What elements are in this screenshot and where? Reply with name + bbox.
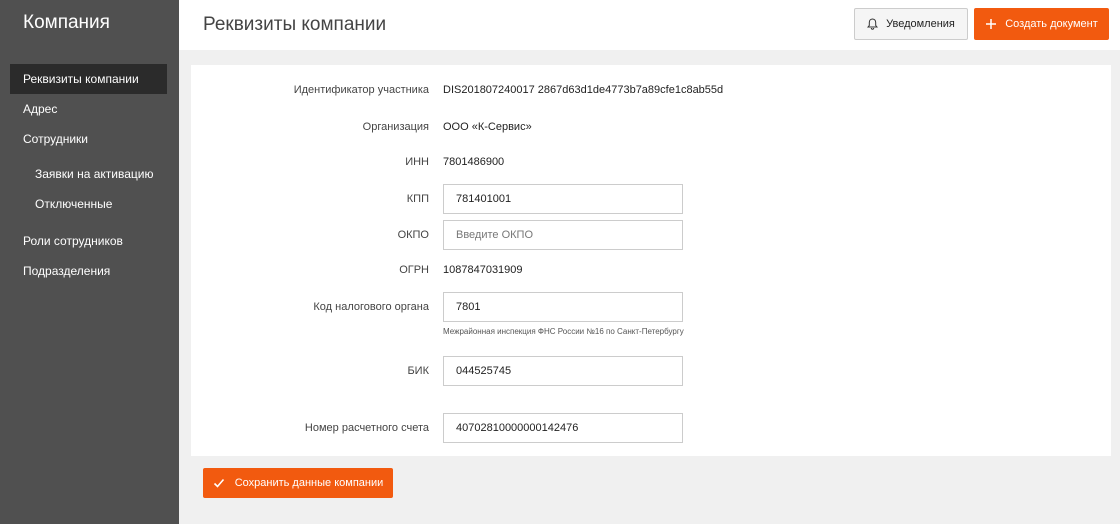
tax-code-label: Код налогового органа <box>313 301 429 313</box>
page-title: Реквизиты компании <box>203 14 387 35</box>
account-input[interactable] <box>443 413 683 443</box>
save-company-button[interactable]: Сохранить данные компании <box>203 468 393 498</box>
inn-value: 7801486900 <box>443 156 505 168</box>
kpp-input[interactable] <box>443 184 683 214</box>
sidebar-item-employee-roles[interactable]: Роли сотрудников <box>10 226 167 256</box>
account-label: Номер расчетного счета <box>304 422 429 434</box>
bik-label: БИК <box>407 365 429 377</box>
sidebar: Компания Реквизиты компании Адрес Сотруд… <box>0 0 179 524</box>
participant-id-value: DIS201807240017 2867d63d1de4773b7a89cfe1… <box>443 84 724 96</box>
form-footer: Сохранить данные компании <box>191 456 1111 512</box>
check-icon <box>213 477 225 489</box>
bik-input[interactable] <box>443 356 683 386</box>
plus-icon <box>985 18 997 30</box>
notifications-label: Уведомления <box>886 18 955 30</box>
create-document-button[interactable]: Создать документ <box>974 8 1109 40</box>
participant-id-label: Идентификатор участника <box>293 84 429 96</box>
sidebar-item-divisions[interactable]: Подразделения <box>10 256 167 286</box>
sidebar-item-disabled[interactable]: Отключенные <box>10 189 167 219</box>
organization-value: ООО «К-Сервис» <box>443 121 532 133</box>
bell-icon <box>867 18 879 30</box>
save-company-label: Сохранить данные компании <box>234 477 384 489</box>
sidebar-item-activation-requests[interactable]: Заявки на активацию <box>10 159 167 189</box>
kpp-label: КПП <box>406 193 429 205</box>
tax-code-input[interactable] <box>443 292 683 322</box>
header: Реквизиты компании Уведомления Создать д… <box>179 0 1120 50</box>
tax-authority-hint: Межрайонная инспекция ФНС России №16 по … <box>443 327 684 336</box>
ogrn-label: ОГРН <box>399 264 429 276</box>
ogrn-value: 1087847031909 <box>443 264 523 276</box>
okpo-input[interactable] <box>443 220 683 250</box>
sidebar-item-address[interactable]: Адрес <box>10 94 167 124</box>
inn-label: ИНН <box>405 156 429 168</box>
okpo-label: ОКПО <box>397 229 429 241</box>
sidebar-item-employees[interactable]: Сотрудники <box>10 124 167 154</box>
organization-label: Организация <box>362 121 429 133</box>
create-document-label: Создать документ <box>1005 18 1098 30</box>
sidebar-item-company-details[interactable]: Реквизиты компании <box>10 64 167 94</box>
company-details-form: Идентификатор участника DIS201807240017 … <box>191 65 1111 456</box>
sidebar-title: Компания <box>23 12 110 33</box>
notifications-button[interactable]: Уведомления <box>854 8 968 40</box>
